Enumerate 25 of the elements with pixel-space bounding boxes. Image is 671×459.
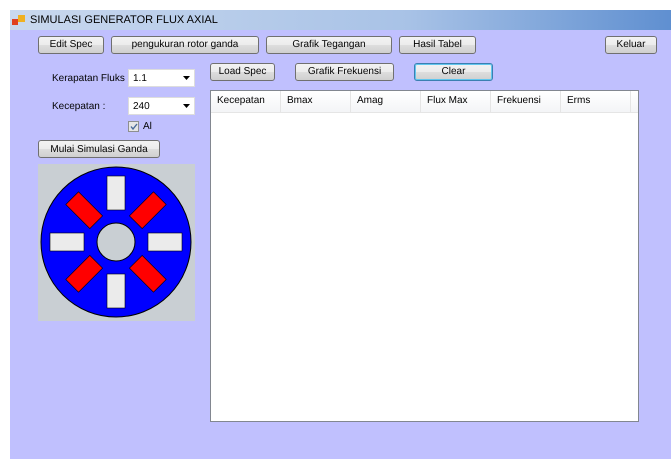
dropdown-field[interactable]: 1.1 [128,69,195,87]
toolbar-button[interactable]: Edit Spec [38,36,104,54]
dropdown-field[interactable]: 240 [128,97,195,115]
column-header[interactable]: Kecepatan [211,91,281,112]
app-icon [12,14,26,26]
toolbar-button[interactable]: Keluar [605,36,657,54]
field-label: Kecepatan : [52,100,106,112]
column-header[interactable]: Amag [351,91,421,112]
window-title: SIMULASI GENERATOR FLUX AXIAL [30,14,218,26]
field-label: Kerapatan Fluks [52,72,126,84]
action-button[interactable]: Clear [414,62,493,80]
column-header[interactable]: Bmax [281,91,351,112]
toolbar-button[interactable]: Grafik Tegangan [266,36,392,54]
caret-icon [183,76,190,80]
caret-icon [183,104,190,108]
action-button[interactable]: Load Spec [210,62,275,80]
column-header[interactable]: Erms [561,91,631,112]
simulate-button[interactable]: Mulai Simulasi Ganda [38,140,160,158]
toolbar-button[interactable]: Hasil Tabel [399,36,476,54]
column-header[interactable]: Frekuensi [491,91,561,112]
checkbox[interactable] [128,121,139,132]
checkbox-label: Al [143,121,152,132]
action-button[interactable]: Grafik Frekuensi [295,62,394,80]
toolbar-button[interactable]: pengukuran rotor ganda [111,36,259,54]
column-header[interactable]: Flux Max [421,91,491,112]
